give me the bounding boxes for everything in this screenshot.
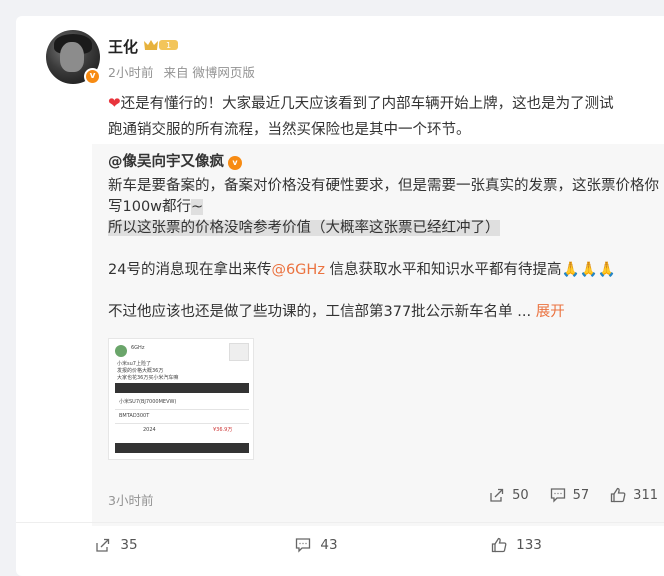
- original-author[interactable]: @像吴向宇又像疯 v: [108, 150, 242, 171]
- post-source: 来自 微博网页版: [163, 65, 255, 80]
- author-name[interactable]: 王化: [108, 36, 138, 57]
- footer-divider: [16, 522, 664, 523]
- like-icon: [611, 487, 626, 503]
- original-para-2: 所以这张票的价格没啥参考价值（大概率这张票已经红冲了）: [108, 220, 500, 236]
- repost-count: 35: [120, 537, 138, 553]
- vip-badge-icon[interactable]: 1: [142, 38, 180, 52]
- thumb-text: 小米su7上险了: [117, 361, 151, 367]
- thumb-text: BMTAD300T: [119, 413, 150, 419]
- post-actions: 35 43 133: [16, 530, 664, 560]
- like-icon: [491, 537, 507, 553]
- thumb-divider: [115, 423, 249, 424]
- thumb-text: 小米SU7(BJ7000MEVW): [119, 399, 177, 405]
- thumb-text: 2024: [143, 427, 156, 433]
- original-author-name[interactable]: @像吴向宇又像疯: [108, 154, 224, 170]
- original-para-4: 不过他应该也还是做了些功课的，工信部第377批公示新车名单 ... 展开: [108, 304, 565, 320]
- original-para-1: 新车是要备案的，备案对价格没有硬性要求，但是需要一张真实的发票，这张票价格你 写…: [108, 178, 659, 215]
- thumb-bar: [115, 383, 249, 393]
- like-count: 133: [516, 537, 542, 553]
- original-comment-count: 57: [572, 487, 590, 503]
- clap-emoji-icon: 🙏🙏🙏: [561, 262, 616, 278]
- thumb-avatar: [115, 345, 127, 357]
- avatar-face: [60, 42, 84, 72]
- verified-icon: v: [84, 68, 101, 85]
- original-repost-button[interactable]: 50: [488, 486, 529, 504]
- thumb-divider: [115, 409, 249, 410]
- original-actions: 50 57 311: [488, 486, 658, 504]
- thumb-text: 发报的价格大概36万: [117, 368, 164, 374]
- post-text-line2: 跑通销交服的所有流程，当然买保险也是其中一个环节。: [108, 122, 471, 138]
- original-like-count: 311: [633, 487, 658, 503]
- thumb-text: 大家也花36万买小米汽车嘛: [117, 375, 179, 381]
- heart-icon: ❤: [108, 94, 121, 112]
- verified-icon: v: [228, 156, 242, 170]
- post-text: ❤还是有懂行的！大家最近几天应该看到了内部车辆开始上牌，这也是为了测试 跑通销交…: [108, 90, 653, 143]
- mention-link[interactable]: @6GHz: [271, 262, 324, 278]
- repost-icon: [490, 488, 504, 502]
- attached-image[interactable]: 6GHz 小米su7上险了 发报的价格大概36万 大家也花36万买小米汽车嘛 小…: [108, 338, 254, 460]
- expand-link[interactable]: 展开: [536, 304, 565, 320]
- like-button[interactable]: 133: [416, 530, 616, 560]
- vip-level: 1: [166, 41, 171, 50]
- repost-icon: [96, 538, 110, 552]
- comment-count: 43: [320, 537, 338, 553]
- thumb-text: ¥36.9万: [213, 427, 233, 433]
- weibo-post-card: v 王化 1 2小时前 来自 微博网页版 ❤还是有懂行的！大家最近几天应该看到了…: [16, 16, 664, 576]
- post-time[interactable]: 2小时前: [108, 65, 153, 80]
- original-like-button[interactable]: 311: [609, 486, 658, 504]
- original-time[interactable]: 3小时前: [108, 490, 153, 509]
- comment-button[interactable]: 43: [216, 530, 416, 560]
- original-text: 新车是要备案的，备案对价格没有硬性要求，但是需要一张真实的发票，这张票价格你 写…: [108, 176, 664, 323]
- thumb-qr: [229, 343, 249, 361]
- comment-icon: [550, 488, 565, 503]
- thumb-bar: [115, 443, 249, 453]
- post-meta: 2小时前 来自 微博网页版: [108, 62, 261, 81]
- original-para-3: 24号的消息现在拿出来传@6GHz 信息获取水平和知识水平都有待提高🙏🙏🙏: [108, 262, 616, 278]
- repost-button[interactable]: 35: [16, 530, 216, 560]
- thumb-name: 6GHz: [131, 345, 145, 351]
- original-comment-button[interactable]: 57: [549, 486, 590, 504]
- original-repost-count: 50: [512, 487, 529, 503]
- reposted-content[interactable]: @像吴向宇又像疯 v 新车是要备案的，备案对价格没有硬性要求，但是需要一张真实的发…: [92, 144, 664, 526]
- comment-icon: [296, 538, 311, 553]
- post-text-line1: 还是有懂行的！大家最近几天应该看到了内部车辆开始上牌，这也是为了测试: [120, 96, 614, 112]
